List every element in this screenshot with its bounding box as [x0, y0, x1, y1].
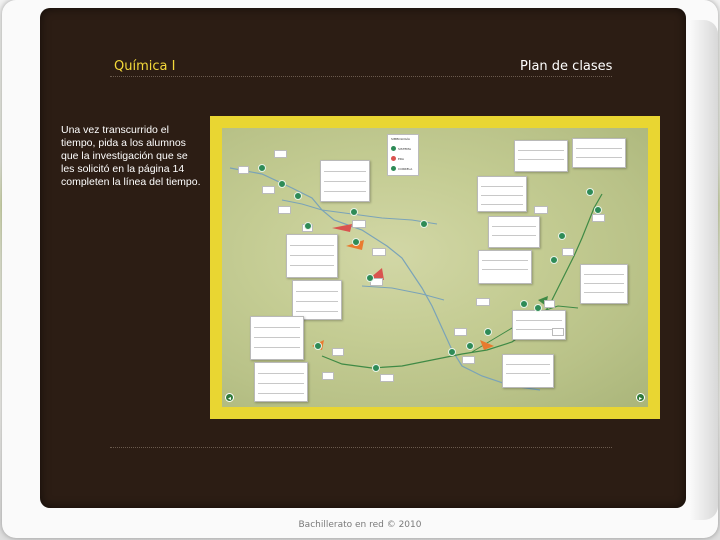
timeline-card[interactable]: [478, 250, 532, 284]
timeline-node[interactable]: [484, 328, 492, 336]
timeline-card[interactable]: [286, 234, 338, 278]
legend-title: SIMBOLOGÍA: [391, 137, 410, 141]
timeline-node[interactable]: [550, 256, 558, 264]
legend-item-sistema: SISTEMA: [391, 146, 411, 151]
timeline-node[interactable]: [294, 192, 302, 200]
timeline-label-chip: [238, 166, 250, 174]
instruction-text: Una vez transcurrido el tiempo, pida a l…: [61, 124, 201, 188]
footer-divider: [110, 447, 612, 448]
timeline-node[interactable]: [448, 348, 456, 356]
timeline-label-chip: [278, 206, 291, 214]
timeline-node[interactable]: [466, 342, 474, 350]
frame-edge: [690, 20, 718, 520]
timeline-card[interactable]: [254, 362, 308, 402]
timeline-node[interactable]: [372, 364, 380, 372]
timeline-node[interactable]: [534, 304, 542, 312]
prev-arrow-icon[interactable]: ◂: [225, 393, 234, 402]
timeline-card[interactable]: [580, 264, 628, 304]
timeline-label-chip: [372, 248, 386, 256]
timeline-node[interactable]: [420, 220, 428, 228]
timeline-label-chip: [462, 356, 475, 364]
timeline-card[interactable]: [488, 216, 540, 248]
timeline-node[interactable]: [258, 164, 266, 172]
header-divider: [110, 76, 612, 77]
timeline-label-chip: [380, 374, 394, 382]
timeline-label-chip: [592, 214, 605, 222]
timeline-card[interactable]: [250, 316, 304, 360]
timeline-label-chip: [562, 248, 574, 256]
timeline-card[interactable]: [514, 140, 568, 172]
legend-item-correla: CORRELA: [391, 166, 412, 171]
timeline-card[interactable]: [502, 354, 554, 388]
section-title: Plan de clases: [520, 59, 613, 74]
footer-credit: Bachillerato en red © 2010: [298, 520, 422, 530]
timeline-node[interactable]: [558, 232, 566, 240]
timeline-card[interactable]: [320, 160, 370, 202]
timeline-card[interactable]: [292, 280, 342, 320]
timeline-legend: SIMBOLOGÍA SISTEMA ERA CORRELA: [387, 134, 419, 176]
subject-title: Química I: [114, 59, 176, 74]
timeline-label-chip: [534, 206, 548, 214]
timeline-node[interactable]: [586, 188, 594, 196]
timeline-label-chip: [476, 298, 490, 306]
next-arrow-icon[interactable]: ▸: [636, 393, 645, 402]
timeline-label-chip: [552, 328, 564, 336]
timeline-label-chip: [262, 186, 275, 194]
timeline-node[interactable]: [314, 342, 322, 350]
timeline-label-chip: [332, 348, 344, 356]
timeline-node[interactable]: [520, 300, 528, 308]
timeline-node[interactable]: [350, 208, 358, 216]
timeline-node[interactable]: [366, 274, 374, 282]
timeline-label-chip: [274, 150, 287, 158]
timeline-node[interactable]: [278, 180, 286, 188]
timeline-node[interactable]: [594, 206, 602, 214]
timeline-label-chip: [544, 300, 556, 308]
timeline-label-chip: [454, 328, 467, 336]
timeline-canvas: SIMBOLOGÍA SISTEMA ERA CORRELA ◂ ▸: [222, 128, 648, 407]
timeline-node[interactable]: [352, 238, 360, 246]
timeline-screenshot: SIMBOLOGÍA SISTEMA ERA CORRELA ◂ ▸: [210, 116, 660, 419]
timeline-card[interactable]: [572, 138, 626, 168]
timeline-label-chip: [352, 220, 367, 228]
timeline-card[interactable]: [477, 176, 527, 212]
legend-item-era: ERA: [391, 156, 404, 161]
timeline-label-chip: [322, 372, 334, 380]
timeline-node[interactable]: [304, 222, 312, 230]
